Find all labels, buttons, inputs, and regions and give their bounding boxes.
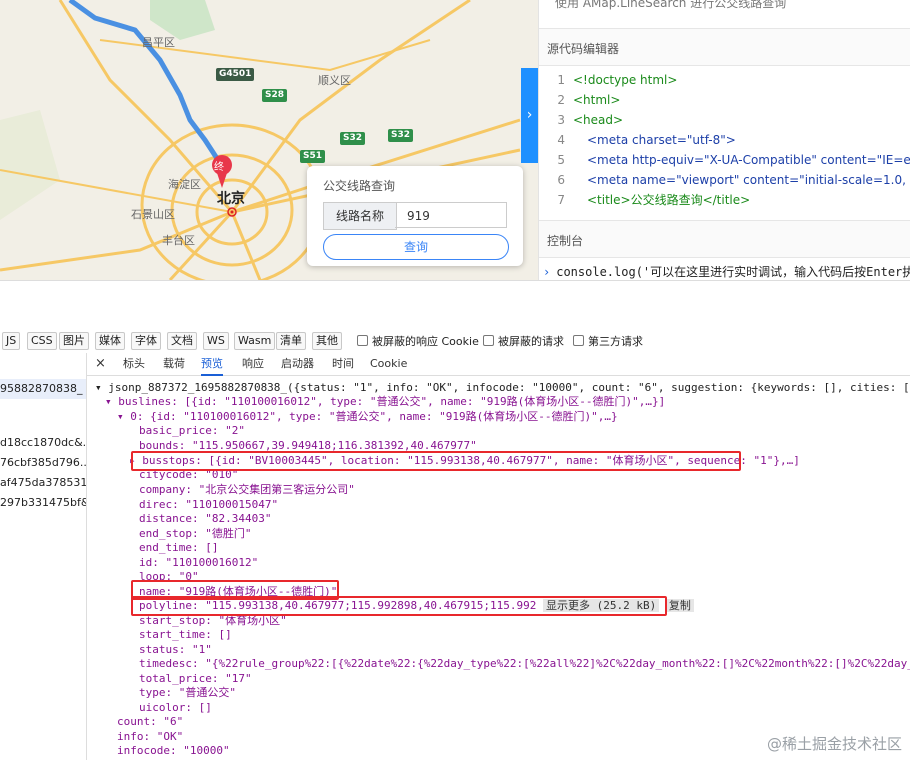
filter-font[interactable]: 字体 [131, 332, 161, 350]
road-shield: S32 [388, 129, 414, 142]
copy-button[interactable]: 复制 [665, 599, 694, 612]
tab-headers[interactable]: 标头 [123, 353, 145, 374]
search-button[interactable]: 查询 [323, 234, 509, 260]
road-shield: S28 [262, 89, 288, 102]
filter-css[interactable]: CSS [27, 332, 57, 350]
tab-timing[interactable]: 时间 [332, 353, 354, 374]
request-item[interactable]: 95882870838_ [0, 379, 86, 399]
tree-leaf: timedesc: "{%22rule_group%22:[{%22date%2… [139, 657, 910, 670]
watermark: @稀土掘金技术社区 [766, 735, 902, 753]
tab-initiator[interactable]: 启动器 [281, 353, 314, 374]
console-text: console.log('可以在这里进行实时调试，输入代码后按Enter执行') [556, 265, 910, 279]
close-icon[interactable]: × [95, 353, 106, 374]
source-editor-header: 源代码编辑器 [539, 28, 910, 66]
filter-media[interactable]: 媒体 [95, 332, 125, 350]
filter-ws[interactable]: WS [203, 332, 229, 350]
filter-img[interactable]: 图片 [59, 332, 89, 350]
district-label: 石景山区 [131, 208, 175, 221]
tab-response[interactable]: 响应 [242, 353, 264, 374]
filter-manifest[interactable]: 清单 [276, 332, 306, 350]
district-label: 昌平区 [142, 36, 175, 49]
code-area[interactable]: 1 <!doctype html> 2 <html> 3 <head> 4 <meta … [539, 66, 910, 216]
request-list: 95882870838_ d18cc1870dc&... 76cbf385d79… [0, 353, 87, 760]
filter-wasm[interactable]: Wasm [234, 332, 276, 350]
code-line: 1 <!doctype html> [557, 73, 678, 87]
tab-cookie[interactable]: Cookie [370, 353, 407, 374]
code-editor-pane: 使用 AMap.LineSearch 进行公交线路查询 源代码编辑器 1 <!do… [538, 0, 910, 280]
filter-js[interactable]: JS [2, 332, 21, 350]
preview-tree: ▾ jsonp_887372_1695882870838_({status: "… [87, 376, 910, 760]
panel-title: 公交线路查询 [323, 179, 396, 193]
page-title: 使用 AMap.LineSearch 进行公交线路查询 [555, 0, 787, 10]
code-line: 3 <head> [557, 113, 624, 127]
network-filter-bar: JS CSS 图片 媒体 字体 文档 WS Wasm 清单 其他 被屏蔽的响应 … [0, 329, 910, 354]
chevron-right-icon: › [543, 265, 551, 279]
filter-doc[interactable]: 文档 [167, 332, 197, 350]
source-editor-title: 源代码编辑器 [547, 42, 620, 56]
detail-tabs: × 标头 载荷 预览 响应 启动器 时间 Cookie [87, 353, 910, 376]
code-line: 7 <title>公交线路查询</title> [557, 193, 751, 207]
request-item[interactable]: 297b331475bf&... [0, 493, 86, 513]
tab-preview[interactable]: 预览 [201, 353, 223, 376]
code-line: 4 <meta charset="utf-8"> [557, 133, 736, 147]
end-pin-icon[interactable]: 终 [214, 158, 224, 173]
city-label: 北京 [217, 191, 245, 207]
console-title: 控制台 [547, 234, 584, 248]
request-item[interactable]: 76cbf385d796... [0, 453, 86, 473]
page-gap [0, 280, 910, 329]
highlight-busstops [131, 451, 741, 471]
filter-other[interactable]: 其他 [312, 332, 342, 350]
road-shield: S51 [300, 150, 326, 163]
request-item[interactable]: af475da378531... [0, 473, 86, 493]
code-line: 5 <meta http-equiv="X-UA-Compatible" cont… [557, 153, 910, 167]
line-name-input[interactable]: 919 [395, 202, 507, 228]
console-input[interactable]: › console.log('可以在这里进行实时调试，输入代码后按Enter执行'… [539, 262, 910, 282]
district-label: 丰台区 [162, 234, 195, 247]
request-item[interactable]: d18cc1870dc&... [0, 433, 86, 453]
tab-payload[interactable]: 载荷 [163, 353, 185, 374]
code-line: 2 <html> [557, 93, 621, 107]
district-label: 海淀区 [168, 178, 201, 191]
highlight-polyline [131, 596, 667, 616]
road-shield: G4501 [216, 68, 255, 81]
bus-line-search-panel: 公交线路查询 线路名称 919 查询 [307, 166, 523, 266]
tree-leaf: infocode: "10000" [117, 744, 230, 757]
district-label: 顺义区 [318, 74, 351, 87]
road-shield: S32 [340, 132, 366, 145]
blocked-requests-checkbox[interactable]: 被屏蔽的请求 [483, 333, 564, 349]
console-header: 控制台 [539, 220, 910, 258]
third-party-checkbox[interactable]: 第三方请求 [573, 333, 643, 349]
map-view[interactable]: 终 昌平区 顺义区 海淀区 石景山区 丰台区 北京 G4501 S28 S32 … [0, 0, 538, 280]
line-name-label: 线路名称 [323, 202, 397, 230]
blocked-cookie-checkbox[interactable]: 被屏蔽的响应 Cookie [357, 333, 479, 349]
chevron-right-icon[interactable]: › [521, 68, 538, 163]
code-line: 6 <meta name="viewport" content="initial-… [557, 173, 910, 187]
